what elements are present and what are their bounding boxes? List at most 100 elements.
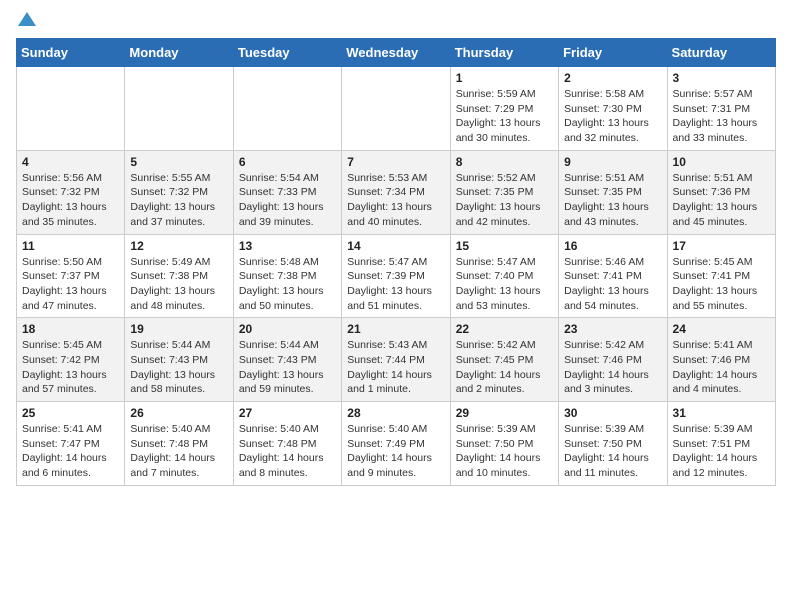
day-number: 9 xyxy=(564,155,661,169)
day-info: Sunrise: 5:51 AM Sunset: 7:35 PM Dayligh… xyxy=(564,171,661,230)
day-number: 5 xyxy=(130,155,227,169)
calendar-cell: 28 Sunrise: 5:40 AM Sunset: 7:49 PM Dayli… xyxy=(342,402,450,486)
calendar-cell: 21 Sunrise: 5:43 AM Sunset: 7:44 PM Dayli… xyxy=(342,318,450,402)
day-info: Sunrise: 5:58 AM Sunset: 7:30 PM Dayligh… xyxy=(564,87,661,146)
calendar-cell xyxy=(17,67,125,151)
day-number: 15 xyxy=(456,239,553,253)
calendar-cell: 1 Sunrise: 5:59 AM Sunset: 7:29 PM Daylig… xyxy=(450,67,558,151)
calendar-week-5: 25 Sunrise: 5:41 AM Sunset: 7:47 PM Dayli… xyxy=(17,402,776,486)
calendar-cell: 10 Sunrise: 5:51 AM Sunset: 7:36 PM Dayli… xyxy=(667,150,775,234)
calendar-week-3: 11 Sunrise: 5:50 AM Sunset: 7:37 PM Dayli… xyxy=(17,234,776,318)
calendar-cell: 29 Sunrise: 5:39 AM Sunset: 7:50 PM Dayli… xyxy=(450,402,558,486)
day-info: Sunrise: 5:39 AM Sunset: 7:51 PM Dayligh… xyxy=(673,422,770,481)
day-number: 4 xyxy=(22,155,119,169)
day-number: 11 xyxy=(22,239,119,253)
day-number: 27 xyxy=(239,406,336,420)
calendar-week-4: 18 Sunrise: 5:45 AM Sunset: 7:42 PM Dayli… xyxy=(17,318,776,402)
calendar-cell: 8 Sunrise: 5:52 AM Sunset: 7:35 PM Daylig… xyxy=(450,150,558,234)
day-number: 31 xyxy=(673,406,770,420)
calendar-table: SundayMondayTuesdayWednesdayThursdayFrid… xyxy=(16,38,776,486)
day-number: 3 xyxy=(673,71,770,85)
calendar-cell: 2 Sunrise: 5:58 AM Sunset: 7:30 PM Daylig… xyxy=(559,67,667,151)
day-number: 19 xyxy=(130,322,227,336)
day-info: Sunrise: 5:39 AM Sunset: 7:50 PM Dayligh… xyxy=(456,422,553,481)
calendar-cell: 26Sunrise: 5:40 AM Sunset: 7:48 PM Dayli… xyxy=(125,402,233,486)
calendar-cell xyxy=(342,67,450,151)
day-info: Sunrise: 5:47 AM Sunset: 7:40 PM Dayligh… xyxy=(456,255,553,314)
header-row: SundayMondayTuesdayWednesdayThursdayFrid… xyxy=(17,39,776,67)
day-number: 21 xyxy=(347,322,444,336)
day-info: Sunrise: 5:52 AM Sunset: 7:35 PM Dayligh… xyxy=(456,171,553,230)
calendar-cell: 24Sunrise: 5:41 AM Sunset: 7:46 PM Dayli… xyxy=(667,318,775,402)
header-day-wednesday: Wednesday xyxy=(342,39,450,67)
calendar-cell: 6Sunrise: 5:54 AM Sunset: 7:33 PM Daylig… xyxy=(233,150,341,234)
day-info: Sunrise: 5:51 AM Sunset: 7:36 PM Dayligh… xyxy=(673,171,770,230)
day-info: Sunrise: 5:57 AM Sunset: 7:31 PM Dayligh… xyxy=(673,87,770,146)
calendar-cell: 9 Sunrise: 5:51 AM Sunset: 7:35 PM Daylig… xyxy=(559,150,667,234)
day-info: Sunrise: 5:44 AM Sunset: 7:43 PM Dayligh… xyxy=(239,338,336,397)
day-info: Sunrise: 5:42 AM Sunset: 7:46 PM Dayligh… xyxy=(564,338,661,397)
day-number: 7 xyxy=(347,155,444,169)
day-number: 29 xyxy=(456,406,553,420)
day-info: Sunrise: 5:45 AM Sunset: 7:42 PM Dayligh… xyxy=(22,338,119,397)
calendar-cell: 3 Sunrise: 5:57 AM Sunset: 7:31 PM Daylig… xyxy=(667,67,775,151)
calendar-cell: 15 Sunrise: 5:47 AM Sunset: 7:40 PM Dayli… xyxy=(450,234,558,318)
day-info: Sunrise: 5:40 AM Sunset: 7:48 PM Dayligh… xyxy=(239,422,336,481)
day-number: 6 xyxy=(239,155,336,169)
day-info: Sunrise: 5:46 AM Sunset: 7:41 PM Dayligh… xyxy=(564,255,661,314)
day-number: 2 xyxy=(564,71,661,85)
calendar-cell: 30Sunrise: 5:39 AM Sunset: 7:50 PM Dayli… xyxy=(559,402,667,486)
day-info: Sunrise: 5:43 AM Sunset: 7:44 PM Dayligh… xyxy=(347,338,444,397)
calendar-cell xyxy=(233,67,341,151)
day-number: 14 xyxy=(347,239,444,253)
day-number: 26 xyxy=(130,406,227,420)
day-info: Sunrise: 5:40 AM Sunset: 7:49 PM Dayligh… xyxy=(347,422,444,481)
day-number: 1 xyxy=(456,71,553,85)
calendar-cell: 22 Sunrise: 5:42 AM Sunset: 7:45 PM Dayli… xyxy=(450,318,558,402)
calendar-cell xyxy=(125,67,233,151)
calendar-cell: 13 Sunrise: 5:48 AM Sunset: 7:38 PM Dayli… xyxy=(233,234,341,318)
calendar-week-2: 4 Sunrise: 5:56 AM Sunset: 7:32 PM Daylig… xyxy=(17,150,776,234)
calendar-cell: 27 Sunrise: 5:40 AM Sunset: 7:48 PM Dayli… xyxy=(233,402,341,486)
day-number: 10 xyxy=(673,155,770,169)
header-day-monday: Monday xyxy=(125,39,233,67)
calendar-cell: 7Sunrise: 5:53 AM Sunset: 7:34 PM Daylig… xyxy=(342,150,450,234)
calendar-cell: 20 Sunrise: 5:44 AM Sunset: 7:43 PM Dayli… xyxy=(233,318,341,402)
header-day-thursday: Thursday xyxy=(450,39,558,67)
day-info: Sunrise: 5:42 AM Sunset: 7:45 PM Dayligh… xyxy=(456,338,553,397)
day-info: Sunrise: 5:56 AM Sunset: 7:32 PM Dayligh… xyxy=(22,171,119,230)
header-day-sunday: Sunday xyxy=(17,39,125,67)
calendar-cell: 14 Sunrise: 5:47 AM Sunset: 7:39 PM Dayli… xyxy=(342,234,450,318)
day-info: Sunrise: 5:45 AM Sunset: 7:41 PM Dayligh… xyxy=(673,255,770,314)
calendar-cell: 23Sunrise: 5:42 AM Sunset: 7:46 PM Dayli… xyxy=(559,318,667,402)
day-number: 18 xyxy=(22,322,119,336)
day-info: Sunrise: 5:41 AM Sunset: 7:47 PM Dayligh… xyxy=(22,422,119,481)
day-number: 20 xyxy=(239,322,336,336)
calendar-cell: 17 Sunrise: 5:45 AM Sunset: 7:41 PM Dayli… xyxy=(667,234,775,318)
calendar-cell: 18 Sunrise: 5:45 AM Sunset: 7:42 PM Dayli… xyxy=(17,318,125,402)
day-info: Sunrise: 5:41 AM Sunset: 7:46 PM Dayligh… xyxy=(673,338,770,397)
day-info: Sunrise: 5:50 AM Sunset: 7:37 PM Dayligh… xyxy=(22,255,119,314)
day-info: Sunrise: 5:47 AM Sunset: 7:39 PM Dayligh… xyxy=(347,255,444,314)
day-number: 17 xyxy=(673,239,770,253)
day-number: 13 xyxy=(239,239,336,253)
day-info: Sunrise: 5:55 AM Sunset: 7:32 PM Dayligh… xyxy=(130,171,227,230)
header-day-saturday: Saturday xyxy=(667,39,775,67)
calendar-cell: 16 Sunrise: 5:46 AM Sunset: 7:41 PM Dayli… xyxy=(559,234,667,318)
day-info: Sunrise: 5:48 AM Sunset: 7:38 PM Dayligh… xyxy=(239,255,336,314)
calendar-cell: 5 Sunrise: 5:55 AM Sunset: 7:32 PM Daylig… xyxy=(125,150,233,234)
day-number: 22 xyxy=(456,322,553,336)
day-number: 25 xyxy=(22,406,119,420)
logo xyxy=(16,16,36,28)
header-day-tuesday: Tuesday xyxy=(233,39,341,67)
day-info: Sunrise: 5:59 AM Sunset: 7:29 PM Dayligh… xyxy=(456,87,553,146)
day-number: 16 xyxy=(564,239,661,253)
calendar-cell: 25 Sunrise: 5:41 AM Sunset: 7:47 PM Dayli… xyxy=(17,402,125,486)
day-number: 28 xyxy=(347,406,444,420)
calendar-cell: 11 Sunrise: 5:50 AM Sunset: 7:37 PM Dayli… xyxy=(17,234,125,318)
day-info: Sunrise: 5:44 AM Sunset: 7:43 PM Dayligh… xyxy=(130,338,227,397)
calendar-cell: 31 Sunrise: 5:39 AM Sunset: 7:51 PM Dayli… xyxy=(667,402,775,486)
day-number: 8 xyxy=(456,155,553,169)
header-day-friday: Friday xyxy=(559,39,667,67)
day-info: Sunrise: 5:39 AM Sunset: 7:50 PM Dayligh… xyxy=(564,422,661,481)
